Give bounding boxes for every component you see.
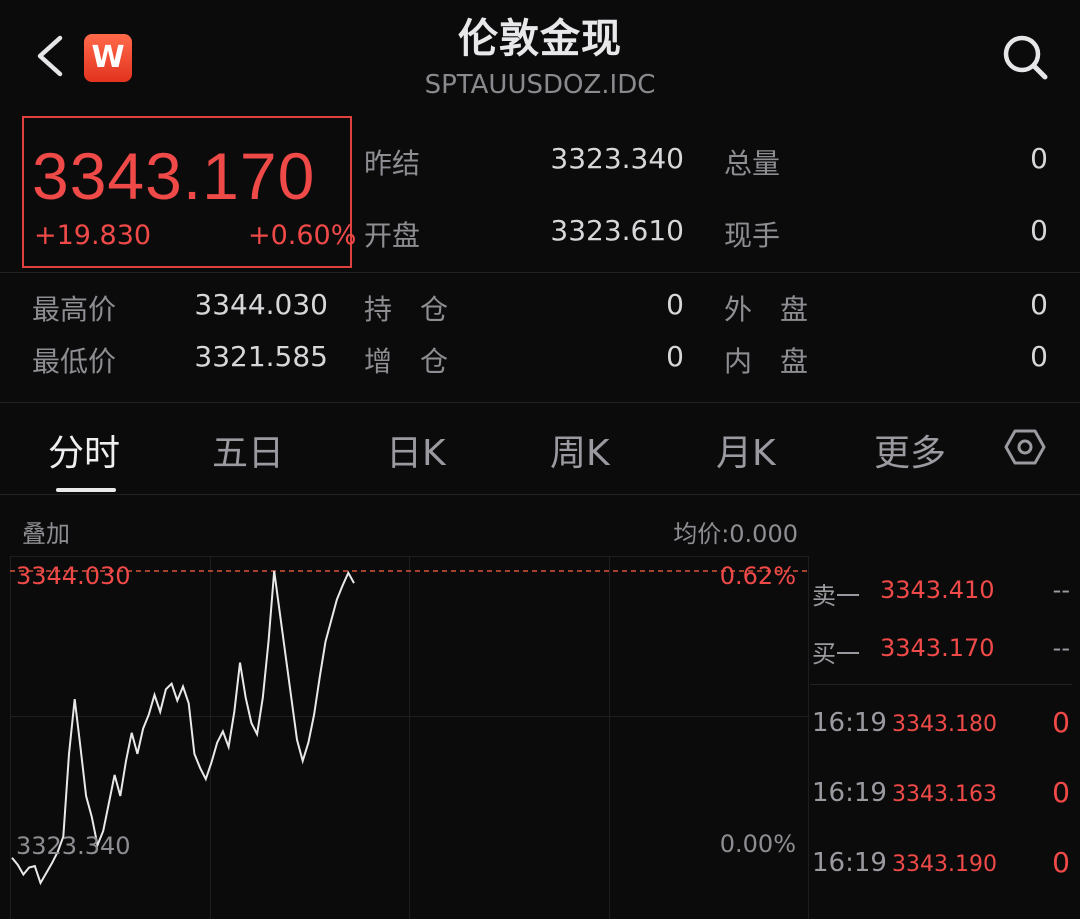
bid-1-label: 买一 [812, 640, 860, 668]
divider [810, 684, 1072, 685]
chart-base-percent-label: 0.00% [719, 830, 796, 858]
tick-time: 16:19 [812, 778, 887, 808]
ask-1-price: 3343.410 [880, 576, 995, 604]
bid-1-price: 3343.170 [880, 634, 995, 662]
bid-1-qty: -- [1052, 634, 1070, 662]
tick-time: 16:19 [812, 708, 887, 738]
ask-1-qty: -- [1052, 576, 1070, 604]
tick-price: 3343.180 [892, 712, 997, 737]
chart-top-percent-label: 0.62% [719, 562, 796, 590]
chart-top-price-label: 3344.030 [16, 562, 131, 590]
tick-qty: 0 [1052, 846, 1070, 879]
chart-base-price-label: 3323.340 [16, 832, 131, 860]
tick-price: 3343.190 [892, 852, 997, 877]
tick-time: 16:19 [812, 848, 887, 878]
tick-price: 3343.163 [892, 782, 997, 807]
ask-1-label: 卖一 [812, 582, 860, 610]
tick-qty: 0 [1052, 706, 1070, 739]
tick-qty: 0 [1052, 776, 1070, 809]
